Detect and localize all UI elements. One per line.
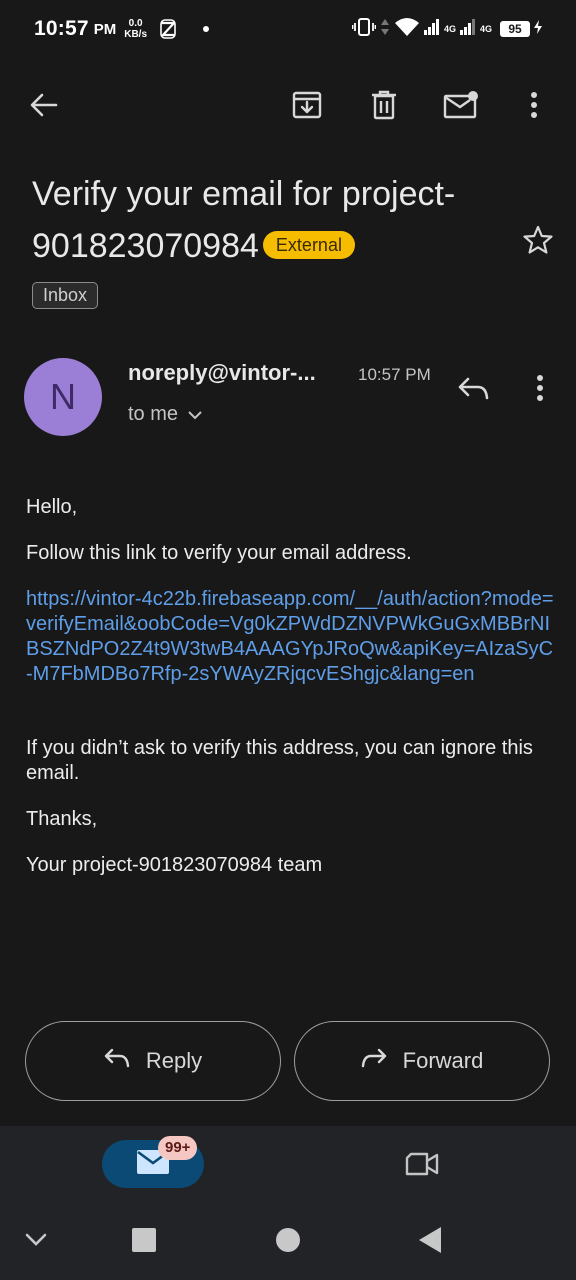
video-icon xyxy=(405,1151,439,1182)
body-greeting: Hello, xyxy=(26,496,78,518)
reply-icon xyxy=(104,1048,130,1074)
sender-name[interactable]: noreply@vintor-... xyxy=(128,360,316,386)
trash-icon xyxy=(371,90,397,125)
sent-time: 10:57 PM xyxy=(358,365,431,384)
more-vert-icon xyxy=(536,374,544,406)
status-right-icons: 4G 4G 95 xyxy=(351,17,542,42)
forward-button[interactable]: Forward xyxy=(294,1021,550,1101)
body-instruction: Follow this link to verify your email ad… xyxy=(26,542,412,564)
verify-link[interactable]: https://vintor-4c22b.firebaseapp.com/__/… xyxy=(26,587,554,687)
chevron-down-icon xyxy=(188,403,202,426)
back-nav-button[interactable] xyxy=(412,1224,448,1260)
forward-icon xyxy=(361,1048,387,1074)
network-speed-unit: KB/s xyxy=(124,29,148,40)
body-thanks: Thanks, xyxy=(26,808,98,830)
network-speed: 0.0 KB/s xyxy=(124,18,147,40)
star-icon xyxy=(523,225,553,260)
triangle-back-icon xyxy=(418,1226,442,1258)
unread-badge: 99+ xyxy=(158,1136,198,1160)
archive-button[interactable] xyxy=(287,87,327,127)
mark-unread-button[interactable] xyxy=(441,87,481,127)
email-screen: 10:57 PM 0.0 KB/s 4G 4G 95 Verify your e… xyxy=(0,0,576,1280)
mark-unread-icon xyxy=(443,90,479,124)
message-more-button[interactable] xyxy=(524,370,556,410)
body-signature: Your project-901823070984 team xyxy=(26,854,323,876)
inbox-label-chip[interactable]: Inbox xyxy=(32,282,99,309)
status-bar: 10:57 PM 0.0 KB/s 4G 4G 95 xyxy=(0,0,576,58)
meet-tab[interactable] xyxy=(402,1146,442,1186)
subject-title: Verify your email for project-9018230709… xyxy=(32,175,456,265)
status-time: 10:57 xyxy=(34,17,89,40)
recipient-label: to me xyxy=(128,403,179,425)
reply-button[interactable]: Reply xyxy=(25,1021,281,1101)
back-button[interactable] xyxy=(24,87,64,127)
archive-icon xyxy=(292,91,322,124)
status-ampm: PM xyxy=(93,20,117,38)
external-label: External xyxy=(262,231,355,259)
bottom-navigation: 99+ xyxy=(0,1126,576,1206)
recipient-toggle[interactable]: to me xyxy=(128,403,202,426)
delete-button[interactable] xyxy=(364,87,404,127)
reply-button-label: Reply xyxy=(145,1048,203,1073)
star-button[interactable] xyxy=(518,222,558,262)
data-arrows-icon xyxy=(380,18,390,41)
more-options-button[interactable] xyxy=(514,87,554,127)
notification-dot-icon xyxy=(203,26,210,32)
email-subject: Verify your email for project-9018230709… xyxy=(32,168,512,272)
sync-app-icon xyxy=(159,19,177,39)
chevron-down-icon xyxy=(25,1233,47,1252)
body-ignore-note: If you didn’t ask to verify this address… xyxy=(26,737,533,784)
home-button[interactable] xyxy=(270,1224,306,1260)
network-type-2: 4G xyxy=(479,24,492,34)
back-arrow-icon xyxy=(30,93,58,122)
square-icon xyxy=(132,1227,156,1257)
network-type-1: 4G xyxy=(443,24,456,34)
signal-1-icon xyxy=(423,18,440,40)
forward-button-label: Forward xyxy=(402,1048,484,1073)
sender-avatar[interactable]: N xyxy=(24,358,102,436)
quick-reply-button[interactable] xyxy=(452,370,496,410)
hide-nav-button[interactable] xyxy=(18,1224,54,1260)
network-speed-value: 0.0 xyxy=(128,18,143,29)
vibrate-icon xyxy=(351,17,377,41)
message-toolbar xyxy=(0,76,576,138)
recents-button[interactable] xyxy=(126,1224,162,1260)
signal-2-icon xyxy=(459,18,476,40)
battery-level: 95 xyxy=(500,21,530,37)
charging-icon xyxy=(534,19,542,39)
wifi-icon xyxy=(394,17,420,42)
more-vert-icon xyxy=(530,91,538,123)
system-navigation-bar xyxy=(0,1206,576,1280)
circle-icon xyxy=(276,1227,300,1257)
reply-icon xyxy=(458,376,490,405)
